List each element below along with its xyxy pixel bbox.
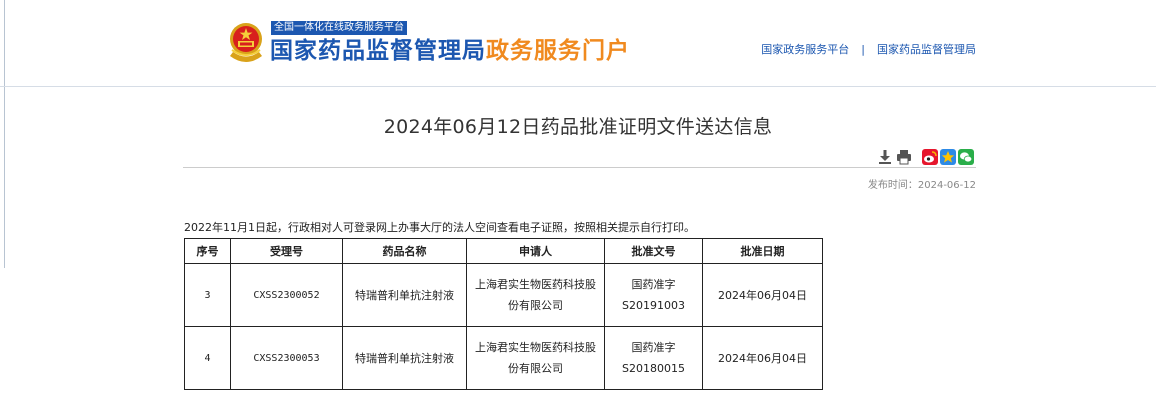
site-header: 全国一体化在线政务服务平台 国家药品监督管理局政务服务门户 国家政务服务平台 | 国… (0, 0, 1156, 86)
print-icon[interactable] (896, 149, 912, 165)
site-brand-title[interactable]: 国家药品监督管理局政务服务门户 (270, 36, 630, 66)
weibo-icon[interactable] (922, 149, 938, 165)
wechat-icon[interactable] (958, 149, 974, 165)
national-emblem-icon (230, 23, 262, 62)
platform-tag: 全国一体化在线政务服务平台 (271, 21, 407, 35)
cell-approval-date: 2024年06月04日 (702, 326, 823, 390)
cell-acceptance-no: CXSS2300053 (230, 326, 343, 390)
table-row: 4 CXSS2300053 特瑞普利单抗注射液 上海君实生物医药科技股份有限公司… (184, 326, 823, 390)
table-row: 3 CXSS2300052 特瑞普利单抗注射液 上海君实生物医药科技股份有限公司… (184, 263, 823, 327)
page-title: 2024年06月12日药品批准证明文件送达信息 (383, 116, 773, 138)
link-nmpa[interactable]: 国家药品监督管理局 (877, 43, 976, 56)
cell-serial: 4 (184, 326, 231, 390)
notice-text: 2022年11月1日起，行政相对人可登录网上办事大厅的法人空间查看电子证照，按照… (184, 221, 695, 234)
cell-applicant: 上海君实生物医药科技股份有限公司 (466, 263, 605, 327)
cell-applicant: 上海君实生物医药科技股份有限公司 (466, 326, 605, 390)
approval-documents-table: 序号 受理号 药品名称 申请人 批准文号 批准日期 3 CXSS2300052 … (184, 238, 823, 390)
link-national-gov-platform[interactable]: 国家政务服务平台 (761, 43, 849, 56)
publish-date-label: 发布时间： (867, 180, 918, 191)
cell-approval-date: 2024年06月04日 (702, 263, 823, 327)
qzone-icon[interactable] (940, 149, 956, 165)
table-header-row: 序号 受理号 药品名称 申请人 批准文号 批准日期 (184, 238, 823, 264)
cell-acceptance-no: CXSS2300052 (230, 263, 343, 327)
publish-date: 发布时间：2024-06-12 (868, 176, 976, 191)
link-separator: | (861, 43, 865, 56)
column-header-serial: 序号 (184, 238, 231, 264)
cell-serial: 3 (184, 263, 231, 327)
cell-approval-no: 国药准字S20191003 (604, 263, 703, 327)
column-header-approval-no: 批准文号 (604, 238, 703, 264)
publish-date-value: 2024-06-12 (917, 180, 976, 191)
portal-name: 政务服务门户 (486, 38, 630, 64)
header-links: 国家政务服务平台 | 国家药品监督管理局 (761, 41, 976, 57)
cell-approval-no: 国药准字S20180015 (604, 326, 703, 390)
cell-drug-name: 特瑞普利单抗注射液 (342, 326, 467, 390)
download-icon[interactable] (877, 149, 893, 165)
title-divider (183, 167, 976, 168)
column-header-drug-name: 药品名称 (342, 238, 467, 264)
agency-name: 国家药品监督管理局 (270, 38, 486, 64)
column-header-applicant: 申请人 (466, 238, 605, 264)
header-divider (0, 86, 1156, 87)
cell-drug-name: 特瑞普利单抗注射液 (342, 263, 467, 327)
column-header-approval-date: 批准日期 (702, 238, 823, 264)
column-header-acceptance-no: 受理号 (230, 238, 343, 264)
